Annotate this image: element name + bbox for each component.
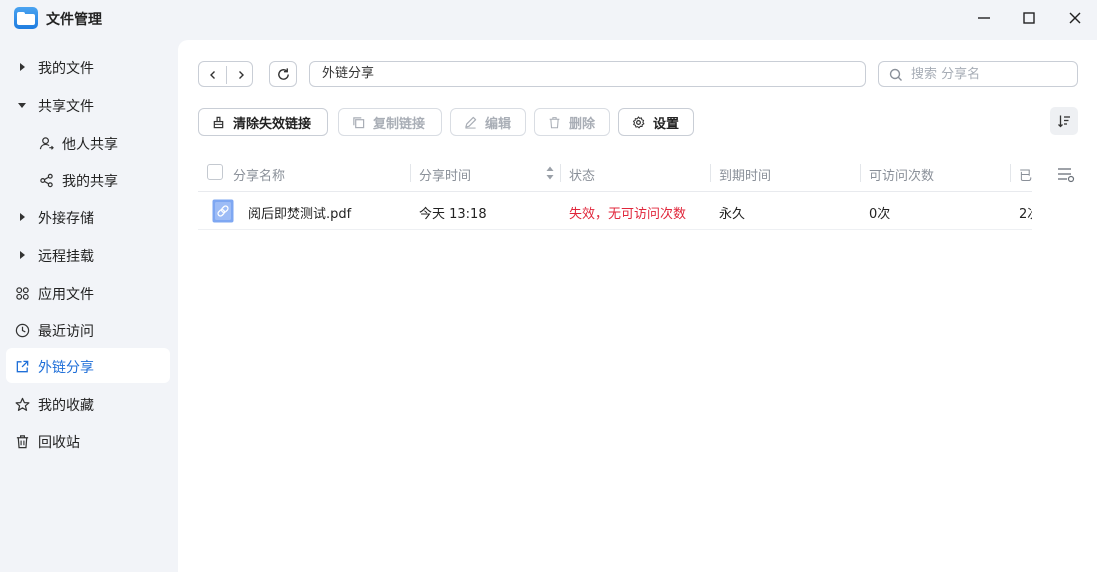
- clock-icon: [14, 322, 30, 338]
- close-icon: [1069, 12, 1081, 24]
- trash-icon: [14, 433, 30, 449]
- sidebar-item-my-share[interactable]: 我的共享: [6, 162, 170, 197]
- header-status[interactable]: 状态: [569, 165, 595, 184]
- header-share-name[interactable]: 分享名称: [233, 165, 285, 184]
- column-settings-icon[interactable]: [1056, 165, 1076, 183]
- path-bar[interactable]: 外链分享: [309, 61, 866, 87]
- sidebar-item-label: 远程挂载: [38, 249, 94, 265]
- sidebar-item-label: 我的共享: [62, 174, 118, 190]
- sidebar-item-label: 外接存储: [38, 211, 94, 227]
- maximize-icon: [1023, 12, 1035, 24]
- clear-invalid-links-button[interactable]: 清除失效链接: [198, 108, 328, 136]
- minimize-icon: [978, 17, 990, 19]
- maximize-button[interactable]: [1015, 6, 1043, 30]
- sort-icon: [1058, 115, 1070, 128]
- sort-button[interactable]: [1050, 107, 1078, 135]
- status-cell: 失效，无可访问次数: [569, 207, 687, 222]
- star-icon: [14, 396, 30, 412]
- caret-right-icon: [14, 209, 30, 225]
- caret-down-icon: [14, 97, 30, 113]
- settings-label: 设置: [653, 116, 680, 132]
- sidebar-item-external-storage[interactable]: 外接存储: [6, 199, 170, 234]
- minimize-button[interactable]: [970, 6, 998, 30]
- history-nav-group: [198, 61, 253, 87]
- edit-label: 编辑: [485, 116, 512, 132]
- copy-link-button[interactable]: 复制链接: [338, 108, 442, 136]
- header-used-count[interactable]: 已: [1019, 165, 1032, 184]
- broom-icon: [211, 115, 225, 129]
- used-count-cell: 2次: [1019, 207, 1032, 222]
- pencil-icon: [463, 115, 477, 129]
- table-header: 分享名称 分享时间 状态 到期时间 可访问次数 已: [198, 154, 1032, 192]
- sidebar-item-others-share[interactable]: 他人共享: [6, 125, 170, 160]
- sidebar-item-label: 应用文件: [38, 287, 94, 303]
- sort-arrows-icon[interactable]: [545, 164, 555, 182]
- apps-icon: [14, 285, 30, 301]
- sidebar-item-recycle-bin[interactable]: 回收站: [6, 423, 170, 458]
- sidebar-item-my-files[interactable]: 我的文件: [6, 49, 170, 84]
- share-time-cell: 今天 13:18: [419, 207, 487, 222]
- sidebar-item-label: 最近访问: [38, 324, 94, 340]
- sidebar-item-favorites[interactable]: 我的收藏: [6, 386, 170, 421]
- delete-button[interactable]: 删除: [534, 108, 610, 136]
- caret-right-icon: [14, 247, 30, 263]
- sidebar-item-remote-mount[interactable]: 远程挂载: [6, 237, 170, 272]
- copy-link-label: 复制链接: [373, 116, 426, 132]
- access-count-cell: 0次: [869, 207, 891, 222]
- main-panel: 外链分享 清除失效链接 复制链接 编辑 删除 设置 分享名称 分享时间 状态 到…: [178, 40, 1097, 572]
- header-share-time[interactable]: 分享时间: [419, 165, 471, 184]
- close-button[interactable]: [1061, 6, 1089, 30]
- refresh-button[interactable]: [269, 61, 297, 87]
- sidebar-item-label: 外链分享: [38, 360, 94, 376]
- link-file-icon: [212, 199, 234, 223]
- header-access-count[interactable]: 可访问次数: [869, 165, 934, 184]
- trash-icon: [547, 115, 561, 129]
- sidebar-item-label: 我的文件: [38, 61, 94, 77]
- app-title: 文件管理: [46, 12, 102, 28]
- sidebar-item-label: 我的收藏: [38, 398, 94, 414]
- external-link-icon: [14, 358, 30, 374]
- chevron-right-icon: [238, 71, 244, 79]
- copy-icon: [351, 115, 365, 129]
- search-input[interactable]: [911, 65, 1071, 83]
- forward-button[interactable]: [227, 62, 254, 88]
- table-row[interactable]: 阅后即焚测试.pdf 今天 13:18 失效，无可访问次数 永久 0次 2次: [198, 192, 1032, 230]
- select-all-checkbox[interactable]: [207, 164, 223, 180]
- gear-icon: [631, 115, 645, 129]
- folder-app-icon: [14, 7, 38, 29]
- sidebar-item-shared-files[interactable]: 共享文件: [6, 87, 170, 122]
- sidebar-item-label: 他人共享: [62, 137, 118, 153]
- sidebar-item-recent[interactable]: 最近访问: [6, 312, 170, 347]
- caret-right-icon: [14, 59, 30, 75]
- search-icon: [889, 68, 902, 81]
- delete-label: 删除: [569, 116, 596, 132]
- user-share-icon: [38, 135, 54, 151]
- sidebar-item-label: 共享文件: [38, 99, 94, 115]
- clear-invalid-label: 清除失效链接: [233, 116, 312, 132]
- sidebar-item-app-files[interactable]: 应用文件: [6, 275, 170, 310]
- share-name-cell: 阅后即焚测试.pdf: [248, 207, 352, 222]
- header-expire-time[interactable]: 到期时间: [719, 165, 771, 184]
- settings-button[interactable]: 设置: [618, 108, 694, 136]
- sidebar: 我的文件 共享文件 他人共享 我的共享 外接存储 远程挂载 应用文件 最近访问 …: [0, 40, 178, 572]
- back-button[interactable]: [199, 62, 226, 88]
- chevron-left-icon: [209, 71, 215, 79]
- sidebar-item-label: 回收站: [38, 435, 80, 451]
- refresh-icon: [277, 67, 289, 80]
- share-nodes-icon: [38, 172, 54, 188]
- sidebar-item-external-share[interactable]: 外链分享: [6, 348, 170, 383]
- edit-button[interactable]: 编辑: [450, 108, 526, 136]
- search-box[interactable]: [878, 61, 1078, 87]
- expire-time-cell: 永久: [719, 207, 746, 222]
- title-bar: 文件管理: [0, 0, 1097, 38]
